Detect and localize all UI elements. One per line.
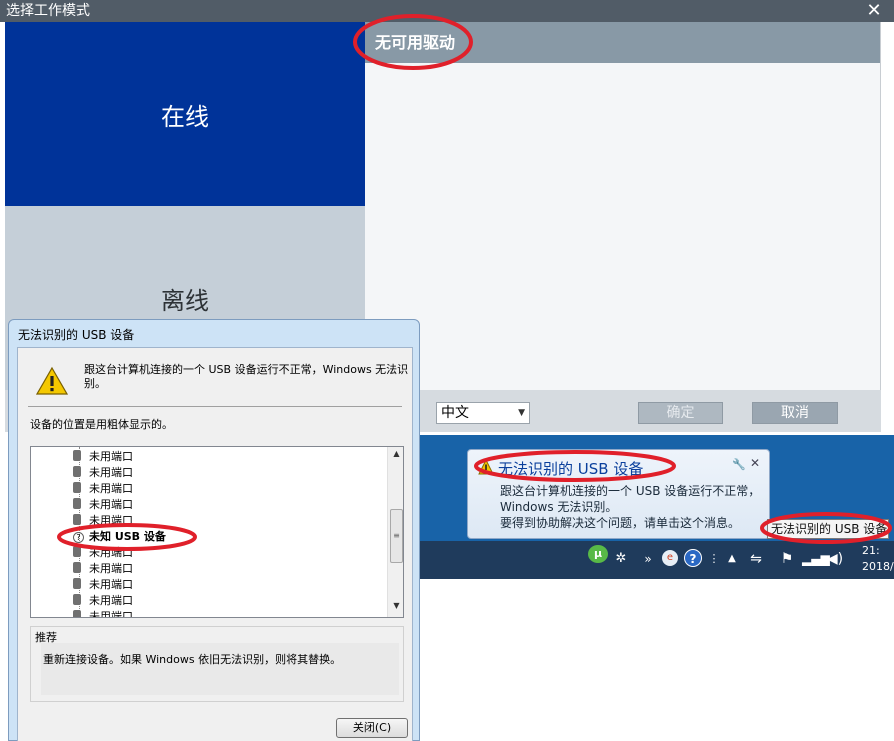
tree-item-unused-port[interactable]: 未用端口	[73, 481, 133, 497]
cancel-button[interactable]: 取消	[752, 402, 838, 424]
tree-item-unused-port[interactable]: 未用端口	[73, 561, 133, 577]
usb-port-tree[interactable]: 未用端口 未用端口 未用端口 未用端口 未用端口? 未知 USB 设备 未用端口 未用端口 未用…	[30, 446, 404, 618]
warning-icon	[36, 366, 68, 395]
tree-item-unused-port[interactable]: 未用端口	[73, 465, 133, 481]
utorrent-icon[interactable]: µ	[588, 545, 608, 563]
tree-item-unused-port[interactable]: 未用端口	[73, 513, 133, 529]
usb-balloon-notification[interactable]: 无法识别的 USB 设备 🔧 ✕ 跟这台计算机连接的一个 USB 设备运行不正常…	[467, 449, 770, 539]
tree-item-label: 未用端口	[89, 594, 133, 607]
close-icon[interactable]: ✕	[864, 0, 884, 22]
tree-item-label: 未用端口	[89, 482, 133, 495]
chevron-right-icon[interactable]: »	[642, 546, 654, 572]
scroll-down-icon[interactable]: ▼	[388, 601, 403, 615]
network-icon[interactable]: ▂▄▆	[802, 546, 830, 572]
mode-offline-label: 离线	[161, 286, 209, 315]
dialog-message: 跟这台计算机连接的一个 USB 设备运行不正常，Windows 无法识别。	[84, 363, 409, 390]
unknown-device-icon: ?	[73, 532, 84, 543]
tree-item-label: 未用端口	[89, 514, 133, 527]
language-selected-value: 中文	[441, 405, 469, 421]
tree-item-unused-port[interactable]: 未用端口	[73, 449, 133, 465]
help-icon[interactable]: ?	[684, 549, 702, 567]
usb-plug-icon	[73, 450, 81, 461]
driver-panel-header: 无可用驱动	[365, 22, 880, 63]
balloon-message-line: Windows 无法识别。	[500, 500, 618, 514]
volume-icon[interactable]: ◀)	[826, 546, 844, 572]
balloon-title: 无法识别的 USB 设备	[498, 460, 644, 478]
tree-item-unused-port[interactable]: 未用端口	[73, 497, 133, 513]
divider	[28, 406, 402, 407]
tree-item-label: 未用端口	[89, 466, 133, 479]
clock-date: 2018/	[862, 560, 894, 573]
tree-item-label: 未用端口	[89, 610, 133, 618]
usb-plug-icon	[73, 482, 81, 493]
tree-item-label: 未用端口	[89, 498, 133, 511]
settings-icon[interactable]: 🔧	[732, 458, 746, 471]
recommendation-box: 重新连接设备。如果 Windows 依旧无法识别，则将其替换。	[30, 626, 404, 702]
tree-item-label: 未用端口	[89, 578, 133, 591]
warning-icon	[478, 459, 494, 475]
balloon-message-line: 跟这台计算机连接的一个 USB 设备运行不正常，	[500, 484, 761, 498]
driver-list-panel: 无可用驱动	[365, 22, 881, 390]
recommendation-title: 推荐	[35, 631, 57, 644]
tree-item-label: 未用端口	[89, 546, 133, 559]
bluetooth-icon[interactable]: ✲	[612, 546, 630, 572]
usb-plug-icon	[73, 546, 81, 557]
usb-plug-icon	[73, 578, 81, 589]
ok-button[interactable]: 确定	[638, 402, 723, 424]
scrollbar[interactable]: ▲ ≡ ▼	[387, 447, 403, 617]
close-icon[interactable]: ✕	[750, 456, 760, 470]
taskbar-clock[interactable]: 21: 2018/	[856, 541, 894, 579]
usb-plug-icon	[73, 466, 81, 477]
tree-item-label: 未知 USB 设备	[89, 530, 166, 543]
window-title: 选择工作模式	[0, 0, 894, 22]
tree-item-unused-port[interactable]: 未用端口	[73, 577, 133, 593]
language-select[interactable]: 中文 ▼	[436, 402, 530, 424]
tree-item-unused-port[interactable]: 未用端口	[73, 609, 133, 618]
tree-item-unknown-usb-device[interactable]: ? 未知 USB 设备	[73, 529, 166, 545]
usb-plug-icon	[73, 610, 81, 617]
usb-plug-icon	[73, 562, 81, 573]
dialog-title: 无法识别的 USB 设备	[18, 328, 135, 342]
dialog-body: 跟这台计算机连接的一个 USB 设备运行不正常，Windows 无法识别。 设备…	[17, 347, 413, 741]
flag-icon[interactable]: ⚑	[778, 546, 796, 572]
browser-icon[interactable]: e	[662, 550, 678, 566]
usb-plug-icon	[73, 594, 81, 605]
scroll-up-icon[interactable]: ▲	[388, 449, 403, 463]
chevron-down-icon: ▼	[518, 408, 525, 418]
tree-item-unused-port[interactable]: 未用端口	[73, 545, 133, 561]
unknown-usb-dialog: 无法识别的 USB 设备 跟这台计算机连接的一个 USB 设备运行不正常，Win…	[8, 319, 420, 741]
scrollbar-thumb[interactable]: ≡	[390, 509, 403, 563]
recommendation-text: 重新连接设备。如果 Windows 依旧无法识别，则将其替换。	[41, 643, 399, 695]
balloon-message-line: 要得到协助解决这个问题，请单击这个消息。	[500, 516, 741, 530]
clock-time: 21:	[862, 544, 880, 557]
show-hidden-icons-icon[interactable]: ▲	[726, 546, 738, 572]
mode-online-button[interactable]: 在线	[5, 22, 365, 206]
tree-item-label: 未用端口	[89, 450, 133, 463]
usb-plug-icon	[73, 514, 81, 525]
close-button[interactable]: 关闭(C)	[336, 718, 408, 738]
usb-icon[interactable]: ⇋	[748, 546, 764, 572]
tree-item-label: 未用端口	[89, 562, 133, 575]
usb-tooltip: 无法识别的 USB 设备	[767, 519, 889, 539]
dialog-hint: 设备的位置是用粗体显示的。	[30, 418, 173, 431]
usb-plug-icon	[73, 498, 81, 509]
columns-icon[interactable]: ⋮	[708, 546, 720, 572]
mode-online-label: 在线	[161, 102, 209, 131]
tree-item-unused-port[interactable]: 未用端口	[73, 593, 133, 609]
